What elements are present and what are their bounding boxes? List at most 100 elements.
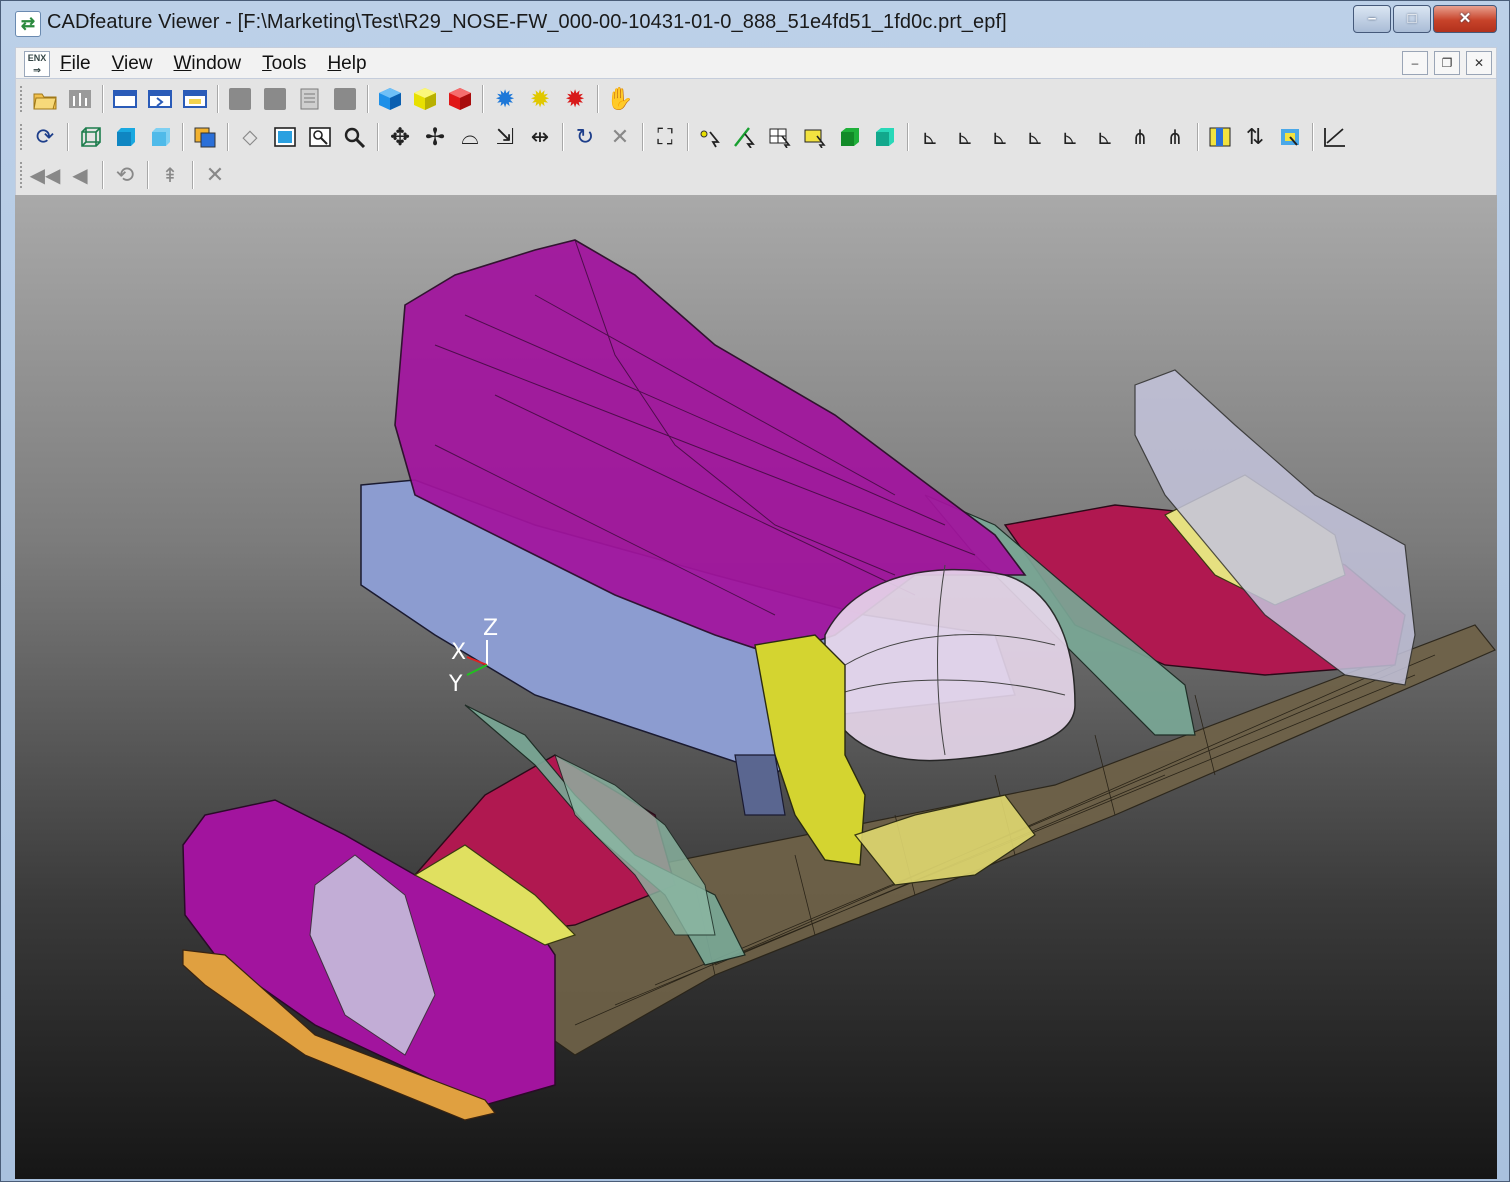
window-controls: – □ ✕ (1351, 5, 1497, 33)
blue-cube-icon[interactable] (375, 84, 405, 114)
menu-tools[interactable]: Tools (262, 53, 306, 75)
wireframe-box-icon[interactable] (75, 122, 105, 152)
menu-help[interactable]: Help (327, 53, 366, 75)
3d-viewport[interactable]: X Y Z (15, 195, 1497, 1179)
toolbar-separator (907, 123, 909, 151)
enx-logo-icon[interactable]: ENX ⇒ (24, 51, 50, 77)
toolbar-separator (377, 123, 379, 151)
iso-alt-icon[interactable]: ⋔ (1160, 122, 1190, 152)
toolbar-grip[interactable] (20, 162, 26, 188)
close-button[interactable]: ✕ (1433, 5, 1497, 33)
menu-view-mnemonic: V (111, 53, 124, 74)
hand-icon[interactable]: ✋ (605, 84, 635, 114)
measure-icon[interactable]: ⇞ (155, 160, 185, 190)
layer-icon[interactable] (190, 122, 220, 152)
back-icon[interactable]: ◀ (65, 160, 95, 190)
screen-alt-icon[interactable] (180, 84, 210, 114)
logo-text: ENX (27, 53, 47, 63)
refresh-icon[interactable]: ⟳ (30, 122, 60, 152)
yellow-cube-icon[interactable] (410, 84, 440, 114)
pick-face-icon[interactable] (765, 122, 795, 152)
maximize-button[interactable]: □ (1393, 5, 1431, 33)
rewind-icon[interactable]: ◀◀ (30, 160, 61, 190)
pick-region-icon[interactable] (800, 122, 830, 152)
translate-icon[interactable]: ⇲ (490, 122, 520, 152)
palette-icon[interactable] (1275, 122, 1305, 152)
shaded-box-icon[interactable] (110, 122, 140, 152)
toolbar-row-3: ◀◀ ◀ ⟲ ⇞ ✕ (18, 157, 235, 193)
document-close-button[interactable]: ✕ (1466, 51, 1492, 75)
red-cube-icon[interactable] (445, 84, 475, 114)
next-screen-icon[interactable] (145, 84, 175, 114)
toolbar-row-2: ⟳ ⬦ ✥ ✢ ⌓ ⇲ ⇹ ↻ ✕ ⛶ ⊾ ⊾ ⊾ ⊾ ⊾ ⊾ ⋔ ⋔ ⇅ (18, 119, 1355, 155)
green-cube-icon[interactable] (835, 122, 865, 152)
axis-ny-icon[interactable]: ⊾ (1055, 122, 1085, 152)
axis-x-icon[interactable]: ⊾ (915, 122, 945, 152)
toolbar-grip[interactable] (20, 124, 26, 150)
document-restore-button[interactable]: ❐ (1434, 51, 1460, 75)
document-icon[interactable] (295, 84, 325, 114)
menu-items: File View Window Tools Help (60, 53, 388, 75)
pick-point-icon[interactable] (695, 122, 725, 152)
zoom-area-icon[interactable] (305, 122, 335, 152)
graph-icon[interactable] (1320, 122, 1350, 152)
toolbar-separator (102, 85, 104, 113)
pan-icon[interactable]: ✥ (385, 122, 415, 152)
toolbar-separator (147, 161, 149, 189)
menu-view[interactable]: View (112, 53, 153, 75)
arrows-cycle-icon: ⇄ (15, 11, 41, 37)
move-icon[interactable]: ✢ (420, 122, 450, 152)
screen-icon[interactable] (110, 84, 140, 114)
minimize-button[interactable]: – (1353, 5, 1391, 33)
fit-icon[interactable]: ⬦ (235, 122, 265, 152)
cad-model: X Y Z (182, 239, 1496, 1121)
rotate-icon[interactable]: ⌓ (455, 122, 485, 152)
gray-square-icon[interactable] (330, 84, 360, 114)
cyan-cube-icon[interactable] (870, 122, 900, 152)
axis-y-icon[interactable]: ⊾ (950, 122, 980, 152)
blue-gear-icon[interactable]: ✹ (490, 84, 520, 114)
toolbar-separator (367, 85, 369, 113)
open-folder-icon[interactable] (30, 84, 60, 114)
axis-nx-icon[interactable]: ⊾ (1020, 122, 1050, 152)
zoom-window-icon[interactable] (270, 122, 300, 152)
nose-tip (824, 568, 1076, 762)
toolbar-separator (192, 161, 194, 189)
gray-square-icon[interactable] (260, 84, 290, 114)
gray-square-icon[interactable] (225, 84, 255, 114)
menu-window-label: indow (191, 53, 242, 74)
magnifier-icon[interactable] (340, 122, 370, 152)
axis-z-icon[interactable]: ⊾ (985, 122, 1015, 152)
toolbar-separator (102, 161, 104, 189)
transparent-box-icon[interactable] (145, 122, 175, 152)
toolbar-separator (227, 123, 229, 151)
toolbar-separator (597, 85, 599, 113)
menu-window[interactable]: Window (173, 53, 241, 75)
select-icon[interactable]: ⛶ (650, 122, 680, 152)
menu-view-label: iew (123, 53, 153, 74)
pick-edge-icon[interactable] (730, 122, 760, 152)
section-icon[interactable] (1205, 122, 1235, 152)
cancel-icon[interactable]: ✕ (200, 160, 230, 190)
toolbar-separator (1312, 123, 1314, 151)
iso-icon[interactable]: ⋔ (1125, 122, 1155, 152)
clear-icon[interactable]: ✕ (605, 122, 635, 152)
title-bar[interactable]: ⇄ CADfeature Viewer - [F:\Marketing\Test… (1, 1, 1509, 45)
spin-icon[interactable]: ⇹ (525, 122, 555, 152)
flip-icon[interactable]: ⇅ (1240, 122, 1270, 152)
reset-icon[interactable]: ⟲ (110, 160, 140, 190)
toolbar-separator (687, 123, 689, 151)
document-minimize-button[interactable]: – (1402, 51, 1428, 75)
undo-view-icon[interactable]: ↻ (570, 122, 600, 152)
toolbar-grip[interactable] (20, 86, 26, 112)
red-gear-icon[interactable]: ✹ (560, 84, 590, 114)
yellow-gear-icon[interactable]: ✹ (525, 84, 555, 114)
grid-icon[interactable] (65, 84, 95, 114)
axis-line-y (466, 664, 488, 676)
toolbar-separator (217, 85, 219, 113)
square-glyph (334, 88, 356, 110)
menu-file-label: ile (71, 53, 91, 74)
axis-nz-icon[interactable]: ⊾ (1090, 122, 1120, 152)
toolbar-row-1: ✹ ✹ ✹ ✋ (18, 81, 640, 117)
menu-file[interactable]: File (60, 53, 91, 75)
